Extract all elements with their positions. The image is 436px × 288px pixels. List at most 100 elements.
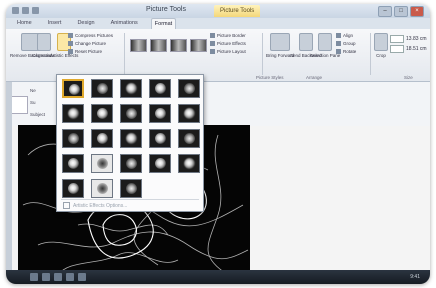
effect-thumb[interactable] bbox=[178, 129, 200, 148]
style-thumb-3[interactable] bbox=[170, 39, 187, 52]
height-field[interactable]: 13.83 cm bbox=[390, 35, 427, 43]
redo-icon[interactable] bbox=[32, 7, 39, 14]
group-size: Size bbox=[404, 75, 413, 80]
effect-thumb[interactable] bbox=[91, 79, 113, 98]
effect-thumb[interactable] bbox=[120, 104, 142, 123]
style-thumb-1[interactable] bbox=[130, 39, 147, 52]
picture-border-button[interactable]: Picture Border bbox=[210, 33, 246, 38]
tab-format[interactable]: Format bbox=[150, 18, 177, 29]
divider bbox=[262, 33, 263, 75]
options-label: Artistic Effects Options... bbox=[73, 202, 128, 209]
effect-thumb[interactable] bbox=[178, 154, 200, 173]
effects-label: Picture Effects bbox=[217, 41, 246, 46]
effect-thumb[interactable] bbox=[91, 104, 113, 123]
folder-icon[interactable] bbox=[78, 273, 86, 281]
minimize-button[interactable]: – bbox=[378, 6, 392, 17]
taskbar: 9:41 bbox=[6, 270, 430, 284]
flower-preview bbox=[97, 158, 108, 169]
app-window: Picture Tools Picture Tools – □ × Home I… bbox=[6, 4, 430, 284]
flower-preview bbox=[68, 158, 79, 169]
effect-thumb[interactable] bbox=[120, 179, 142, 198]
effect-thumb[interactable] bbox=[91, 129, 113, 148]
flower-preview bbox=[126, 108, 137, 119]
options-icon bbox=[63, 202, 70, 209]
flower-preview bbox=[184, 83, 195, 94]
effect-thumb[interactable] bbox=[62, 104, 84, 123]
height-input[interactable] bbox=[390, 35, 404, 43]
bring-forward-icon bbox=[270, 33, 291, 51]
layout-label: Picture Layout bbox=[217, 49, 246, 54]
effect-thumb[interactable] bbox=[91, 179, 113, 198]
quick-access-toolbar bbox=[12, 7, 39, 14]
powerpoint-icon[interactable] bbox=[66, 273, 74, 281]
browser-icon[interactable] bbox=[54, 273, 62, 281]
align-label: Align bbox=[343, 33, 354, 38]
effect-thumb[interactable] bbox=[149, 79, 171, 98]
effect-thumb[interactable] bbox=[62, 79, 84, 98]
group-button[interactable]: Group bbox=[336, 41, 356, 46]
selection-pane-icon bbox=[318, 33, 333, 51]
effect-thumb[interactable] bbox=[62, 179, 84, 198]
flower-preview bbox=[155, 83, 166, 94]
align-button[interactable]: Align bbox=[336, 33, 353, 38]
group-label: Group bbox=[343, 41, 356, 46]
style-thumb-4[interactable] bbox=[190, 39, 207, 52]
flower-preview bbox=[68, 108, 79, 119]
style-thumb-2[interactable] bbox=[150, 39, 167, 52]
effect-thumb[interactable] bbox=[178, 104, 200, 123]
save-icon[interactable] bbox=[12, 7, 19, 14]
effect-thumb[interactable] bbox=[91, 154, 113, 173]
flower-preview bbox=[97, 108, 108, 119]
divider bbox=[370, 33, 371, 75]
explorer-icon[interactable] bbox=[42, 273, 50, 281]
width-input[interactable] bbox=[390, 45, 404, 53]
tab-animations[interactable]: Animations bbox=[108, 18, 141, 29]
flower-preview bbox=[69, 84, 80, 95]
effect-thumb[interactable] bbox=[62, 154, 84, 173]
close-button[interactable]: × bbox=[410, 6, 424, 17]
picture-layout-button[interactable]: Picture Layout bbox=[210, 49, 246, 54]
artistic-effects-gallery: Artistic Effects Options... bbox=[56, 74, 204, 212]
change-picture-button[interactable]: Change Picture bbox=[68, 41, 106, 46]
flower-preview bbox=[97, 83, 108, 94]
divider bbox=[124, 33, 125, 75]
rotate-icon bbox=[336, 49, 341, 54]
effect-thumb[interactable] bbox=[149, 154, 171, 173]
group-arrange: Arrange bbox=[306, 75, 323, 80]
flower-preview bbox=[155, 158, 166, 169]
rotate-button[interactable]: Rotate bbox=[336, 49, 356, 54]
effect-thumb[interactable] bbox=[120, 154, 142, 173]
flower-preview bbox=[126, 83, 137, 94]
flower-preview bbox=[97, 133, 108, 144]
width-field[interactable]: 18.51 cm bbox=[390, 45, 427, 53]
undo-icon[interactable] bbox=[22, 7, 29, 14]
border-icon bbox=[210, 33, 215, 38]
tab-home[interactable]: Home bbox=[14, 18, 35, 29]
effect-thumb[interactable] bbox=[178, 79, 200, 98]
picture-effects-button[interactable]: Picture Effects bbox=[210, 41, 246, 46]
width-value: 18.51 cm bbox=[406, 46, 427, 52]
maximize-button[interactable]: □ bbox=[394, 6, 408, 17]
tab-design[interactable]: Design bbox=[74, 18, 97, 29]
flower-preview bbox=[184, 158, 195, 169]
effect-thumb[interactable] bbox=[149, 104, 171, 123]
compress-pictures-button[interactable]: Compress Pictures bbox=[68, 33, 113, 38]
start-icon[interactable] bbox=[30, 273, 38, 281]
crop-icon bbox=[374, 33, 388, 51]
corrections-icon bbox=[36, 33, 51, 51]
effect-thumb[interactable] bbox=[120, 79, 142, 98]
flower-preview bbox=[68, 133, 79, 144]
context-tab-label: Picture Tools bbox=[214, 5, 261, 17]
effect-thumb[interactable] bbox=[62, 129, 84, 148]
artistic-effects-options[interactable]: Artistic Effects Options... bbox=[63, 202, 127, 209]
effect-thumb[interactable] bbox=[120, 129, 142, 148]
tab-insert[interactable]: Insert bbox=[45, 18, 65, 29]
layout-icon bbox=[210, 49, 215, 54]
rotate-label: Rotate bbox=[343, 49, 357, 54]
crop-button[interactable]: Crop bbox=[374, 33, 388, 58]
effects-grid bbox=[62, 79, 200, 198]
reset-picture-button[interactable]: Reset Picture bbox=[68, 49, 102, 54]
flower-preview bbox=[184, 108, 195, 119]
effect-thumb[interactable] bbox=[149, 129, 171, 148]
reset-label: Reset Picture bbox=[75, 49, 103, 54]
